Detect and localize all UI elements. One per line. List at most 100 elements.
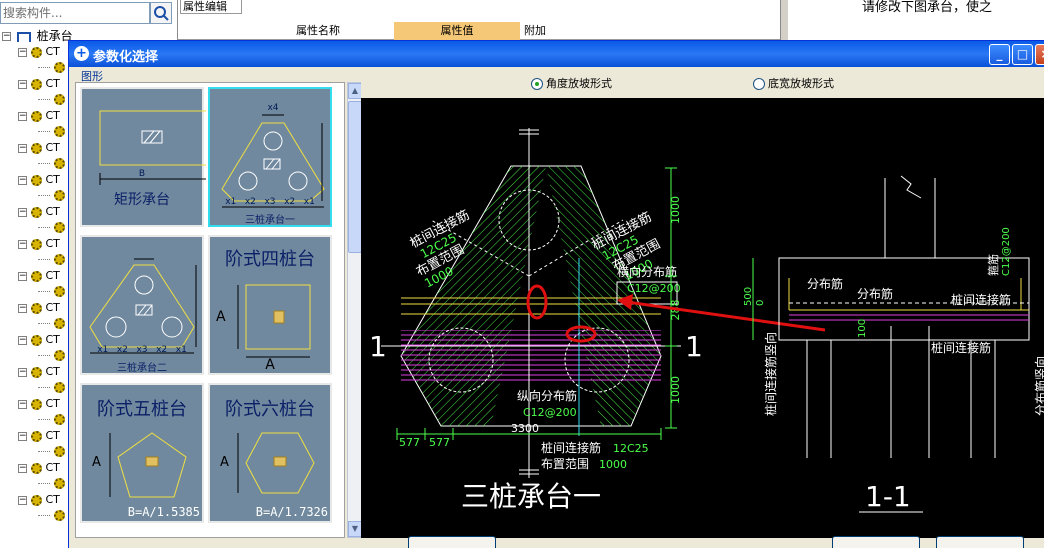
shape-stepped-six-pile[interactable]: 阶式六桩台 A B=A/1.7326 (208, 383, 332, 523)
tree-subitem[interactable] (38, 476, 65, 490)
collapse-icon[interactable]: − (18, 79, 27, 89)
collapse-icon[interactable]: − (18, 367, 27, 377)
tree-item[interactable]: − CT (18, 396, 60, 412)
tree-subitem[interactable] (38, 316, 65, 330)
pile-cap-gear-icon (31, 174, 42, 186)
tree-subitem[interactable] (38, 444, 65, 458)
preview-panel: 角度放坡形式 底宽放坡形式 1 1 桩间连接筋 12C25 布置范围 1000 … (361, 68, 1044, 538)
collapse-icon[interactable]: − (18, 463, 27, 473)
tree-root[interactable]: − 桩承台 (2, 28, 73, 44)
collapse-icon[interactable]: − (18, 47, 27, 57)
scroll-down-icon[interactable]: ▼ (348, 521, 362, 537)
tree-item[interactable]: − CT (18, 492, 60, 508)
tree-item[interactable]: − CT (18, 268, 60, 284)
footer-button-3[interactable] (936, 536, 1024, 548)
tree-item[interactable]: − CT (18, 140, 60, 156)
pile-cap-gear-icon (31, 270, 42, 282)
collapse-icon[interactable]: − (18, 399, 27, 409)
collapse-icon[interactable]: − (18, 207, 27, 217)
tree-subitem[interactable] (38, 188, 65, 202)
tree-item[interactable]: − CT (18, 460, 60, 476)
collapse-icon[interactable]: − (18, 431, 27, 441)
tree-subitem[interactable] (38, 380, 65, 394)
scroll-up-icon[interactable]: ▲ (348, 83, 362, 99)
tab-property-edit[interactable]: 属性编辑 (180, 0, 242, 14)
tree-item[interactable]: − CT (18, 76, 60, 92)
dim-577-b: 577 (429, 436, 450, 449)
collapse-icon[interactable]: − (18, 495, 27, 505)
dim-a-label: A (92, 455, 101, 470)
collapse-icon[interactable]: − (18, 303, 27, 313)
cad-drawing-canvas[interactable]: 1 1 桩间连接筋 12C25 布置范围 1000 桩间连接筋 12C25 布置… (361, 98, 1044, 538)
shape-three-pile-cap-1[interactable]: x4 x1 x2 x3 x2 x1 三桩承台一 (208, 87, 332, 227)
shape-rectangular-cap[interactable]: B 矩形承台 (80, 87, 206, 227)
tree-subitem[interactable] (38, 156, 65, 170)
splitter[interactable] (780, 0, 788, 40)
footer-button-1[interactable] (408, 536, 496, 548)
component-gear-icon (54, 350, 65, 361)
collapse-icon[interactable]: − (2, 32, 11, 41)
tree-subitem[interactable] (38, 348, 65, 362)
tree-item[interactable]: − CT (18, 44, 60, 60)
tree-subitem[interactable] (38, 412, 65, 426)
tree-subitem[interactable] (38, 92, 65, 106)
footer-button-2[interactable] (832, 536, 920, 548)
scroll-thumb[interactable] (348, 101, 362, 253)
pile-cap-gear-icon (31, 462, 42, 474)
tree-subitem[interactable] (38, 124, 65, 138)
pile-cap-gear-icon (31, 430, 42, 442)
section-top-value: C12@200 (1001, 227, 1012, 276)
pile-cap-gear-icon (31, 110, 42, 122)
tree-item-label: CT (45, 109, 60, 122)
tree-subitem[interactable] (38, 508, 65, 522)
tree-item-label: CT (45, 333, 60, 346)
shape-stepped-five-pile[interactable]: 阶式五桩台 A B=A/1.5385 (80, 383, 204, 523)
tree-item-label: CT (45, 141, 60, 154)
collapse-icon[interactable]: − (18, 335, 27, 345)
section-dist-label-2: 分布筋 (857, 286, 893, 301)
collapse-icon[interactable]: − (18, 175, 27, 185)
section-rebar-band (789, 310, 1029, 324)
tree-item[interactable]: − CT (18, 108, 60, 124)
section-dim-500: 500 (743, 287, 754, 306)
radio-label: 角度放坡形式 (546, 77, 612, 90)
search-button[interactable] (150, 2, 172, 24)
search-input[interactable]: 搜索构件... (0, 2, 150, 24)
collapse-icon[interactable]: − (18, 143, 27, 153)
collapse-icon[interactable]: − (18, 111, 27, 121)
component-gear-icon (54, 318, 65, 329)
tree-item[interactable]: − CT (18, 204, 60, 220)
parametric-selection-dialog: + 参数化选择 _ □ × 图形 B 矩形承台 (68, 40, 1044, 548)
tree-item[interactable]: − CT (18, 364, 60, 380)
collapse-icon[interactable]: − (18, 239, 27, 249)
tree-subitem[interactable] (38, 220, 65, 234)
close-button[interactable]: × (1035, 44, 1044, 65)
radio-selected-icon[interactable] (531, 78, 543, 90)
shape-list-panel: 图形 B 矩形承台 x4 x1 x2 x3 x2 x1 三桩承台一 x1 x2 … (73, 68, 363, 538)
tree-item[interactable]: − CT (18, 332, 60, 348)
prop-header-extra: 附加 (524, 24, 546, 37)
tree-item[interactable]: − CT (18, 300, 60, 316)
tree-item[interactable]: − CT (18, 428, 60, 444)
radio-bottom-width-slope[interactable]: 底宽放坡形式 (753, 77, 834, 91)
tree-subitem[interactable] (38, 252, 65, 266)
shape-stepped-four-pile[interactable]: 阶式四桩台 A A (208, 235, 332, 375)
component-gear-icon (54, 478, 65, 489)
plan-title: 三桩承台一 (461, 480, 601, 513)
radio-unselected-icon[interactable] (753, 78, 765, 90)
collapse-icon[interactable]: − (18, 271, 27, 281)
maximize-button[interactable]: □ (1012, 44, 1033, 65)
tree-item[interactable]: − CT (18, 236, 60, 252)
dim-577-a: 577 (399, 436, 420, 449)
prop-header-value: 属性值 (394, 22, 520, 40)
pile-cap-icon (16, 31, 31, 42)
tree-subitem[interactable] (38, 60, 65, 74)
tree-subitem[interactable] (38, 284, 65, 298)
minimize-button[interactable]: _ (989, 44, 1010, 65)
radio-angle-slope[interactable]: 角度放坡形式 (531, 77, 612, 91)
section-dist-label-1: 分布筋 (807, 276, 843, 291)
tree-item[interactable]: − CT (18, 172, 60, 188)
dialog-titlebar[interactable]: + 参数化选择 _ □ × (69, 41, 1044, 67)
bottom-range-value: 1000 (599, 458, 627, 471)
shape-three-pile-cap-2[interactable]: x1 x2 x3 x2 x1 三桩承台二 (80, 235, 204, 375)
